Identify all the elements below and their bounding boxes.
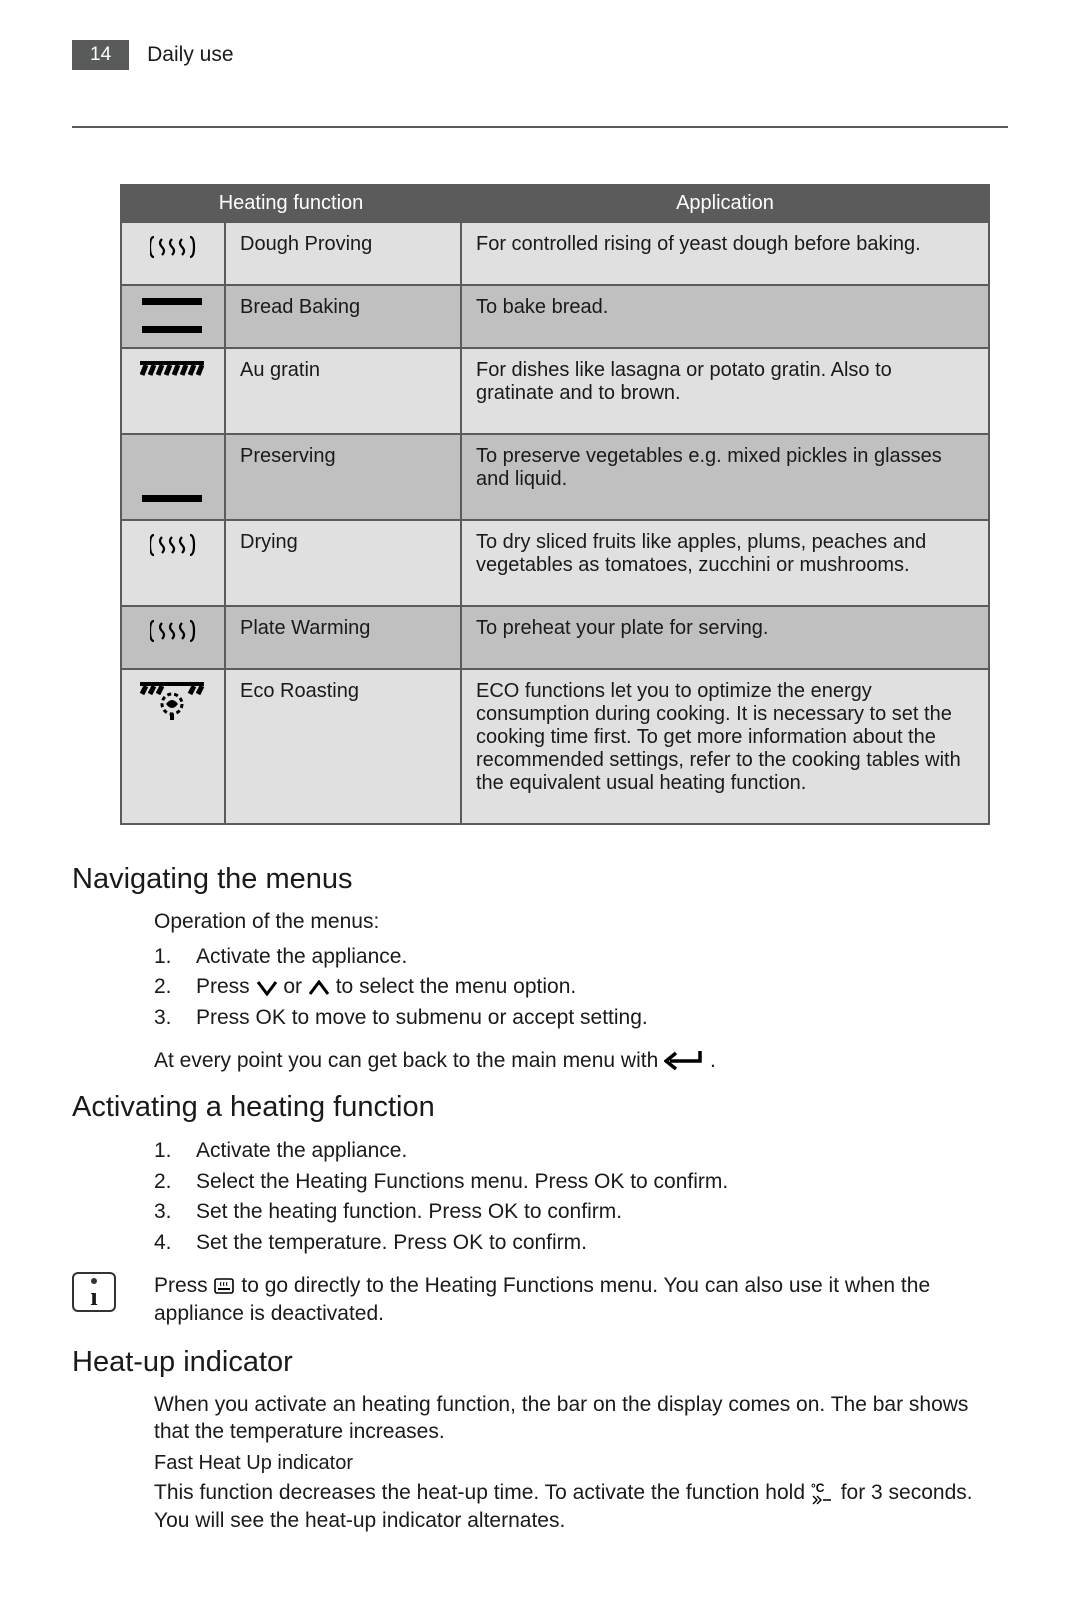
function-description: To preheat your plate for serving.: [461, 606, 989, 669]
temperature-icon: [811, 1482, 835, 1506]
text: This function decreases the heat-up time…: [154, 1481, 811, 1504]
list-item: 3.Set the heating function. Press OK to …: [154, 1197, 1008, 1227]
function-name: Eco Roasting: [225, 669, 461, 824]
table-header-heating-function: Heating function: [121, 185, 461, 222]
text: to go directly to the Heating Functions …: [154, 1274, 930, 1325]
navigating-steps: 1.Activate the appliance. 2. Press or to…: [154, 942, 1008, 1033]
info-note: ı Press to go directly to the Heating Fu…: [72, 1272, 1008, 1327]
plate-warming-icon: [121, 606, 225, 669]
list-item: 3.Press OK to move to submenu or accept …: [154, 1003, 1008, 1033]
step-text: Activate the appliance.: [196, 942, 407, 972]
table-row: Plate Warming To preheat your plate for …: [121, 606, 989, 669]
return-icon: [664, 1049, 704, 1073]
bottom-heat-icon: [121, 434, 225, 520]
header-section-title: Daily use: [147, 43, 233, 67]
page-number: 14: [72, 40, 129, 70]
step-text: Set the temperature. Press OK to confirm…: [196, 1228, 587, 1258]
function-name: Au gratin: [225, 348, 461, 434]
back-note: At every point you can get back to the m…: [154, 1049, 1008, 1073]
table-header-application: Application: [461, 185, 989, 222]
function-description: ECO functions let you to optimize the en…: [461, 669, 989, 824]
navigating-menus-heading: Navigating the menus: [72, 863, 1008, 896]
function-name: Drying: [225, 520, 461, 606]
step-number: 2.: [154, 1167, 196, 1197]
function-description: For controlled rising of yeast dough bef…: [461, 222, 989, 285]
gratin-icon: [121, 348, 225, 434]
chevron-down-icon: [256, 980, 278, 996]
info-icon: ı: [72, 1272, 116, 1312]
table-row: Dough Proving For controlled rising of y…: [121, 222, 989, 285]
step-text: Press OK to move to submenu or accept se…: [196, 1003, 648, 1033]
oven-icon: [214, 1278, 236, 1296]
table-row: Preserving To preserve vegetables e.g. m…: [121, 434, 989, 520]
text: Press: [154, 1274, 214, 1297]
top-bottom-heat-icon: [121, 285, 225, 348]
table-row: Eco Roasting ECO functions let you to op…: [121, 669, 989, 824]
eco-roasting-icon: [121, 669, 225, 824]
table-row: Drying To dry sliced fruits like apples,…: [121, 520, 989, 606]
activating-steps: 1.Activate the appliance. 2.Select the H…: [154, 1136, 1008, 1258]
function-name: Bread Baking: [225, 285, 461, 348]
function-description: For dishes like lasagna or potato gratin…: [461, 348, 989, 434]
step-number: 3.: [154, 1003, 196, 1033]
step-number: 4.: [154, 1228, 196, 1258]
step-number: 3.: [154, 1197, 196, 1227]
page-header: 14 Daily use: [72, 40, 1008, 70]
heat-up-indicator-heading: Heat-up indicator: [72, 1346, 1008, 1379]
fast-heat-up-paragraph: This function decreases the heat-up time…: [154, 1479, 1008, 1534]
text: or: [283, 975, 308, 998]
list-item: 1.Activate the appliance.: [154, 1136, 1008, 1166]
navigating-intro: Operation of the menus:: [154, 908, 1008, 936]
text: to select the menu option.: [336, 975, 577, 998]
text: At every point you can get back to the m…: [154, 1049, 664, 1072]
step-number: 1.: [154, 942, 196, 972]
drying-icon: [121, 520, 225, 606]
text: .: [710, 1049, 716, 1072]
list-item: 4.Set the temperature. Press OK to confi…: [154, 1228, 1008, 1258]
function-description: To dry sliced fruits like apples, plums,…: [461, 520, 989, 606]
step-text: Press or to select the menu option.: [196, 972, 576, 1002]
text: Press: [196, 975, 256, 998]
activating-heating-heading: Activating a heating function: [72, 1091, 1008, 1124]
function-name: Preserving: [225, 434, 461, 520]
list-item: 1.Activate the appliance.: [154, 942, 1008, 972]
list-item: 2.Select the Heating Functions menu. Pre…: [154, 1167, 1008, 1197]
step-number: 1.: [154, 1136, 196, 1166]
heating-functions-table: Heating function Application Dough Provi…: [120, 184, 990, 825]
step-number: 2.: [154, 972, 196, 1002]
function-description: To bake bread.: [461, 285, 989, 348]
header-divider: [72, 126, 1008, 128]
chevron-up-icon: [308, 980, 330, 996]
function-description: To preserve vegetables e.g. mixed pickle…: [461, 434, 989, 520]
list-item: 2. Press or to select the menu option.: [154, 972, 1008, 1002]
step-text: Select the Heating Functions menu. Press…: [196, 1167, 728, 1197]
fast-heat-up-subhead: Fast Heat Up indicator: [154, 1452, 1008, 1475]
function-name: Dough Proving: [225, 222, 461, 285]
heat-up-paragraph: When you activate an heating function, t…: [154, 1391, 1008, 1446]
table-row: Au gratin For dishes like lasagna or pot…: [121, 348, 989, 434]
step-text: Set the heating function. Press OK to co…: [196, 1197, 622, 1227]
dough-proving-icon: [121, 222, 225, 285]
table-row: Bread Baking To bake bread.: [121, 285, 989, 348]
info-text: Press to go directly to the Heating Func…: [154, 1272, 1008, 1327]
step-text: Activate the appliance.: [196, 1136, 407, 1166]
function-name: Plate Warming: [225, 606, 461, 669]
